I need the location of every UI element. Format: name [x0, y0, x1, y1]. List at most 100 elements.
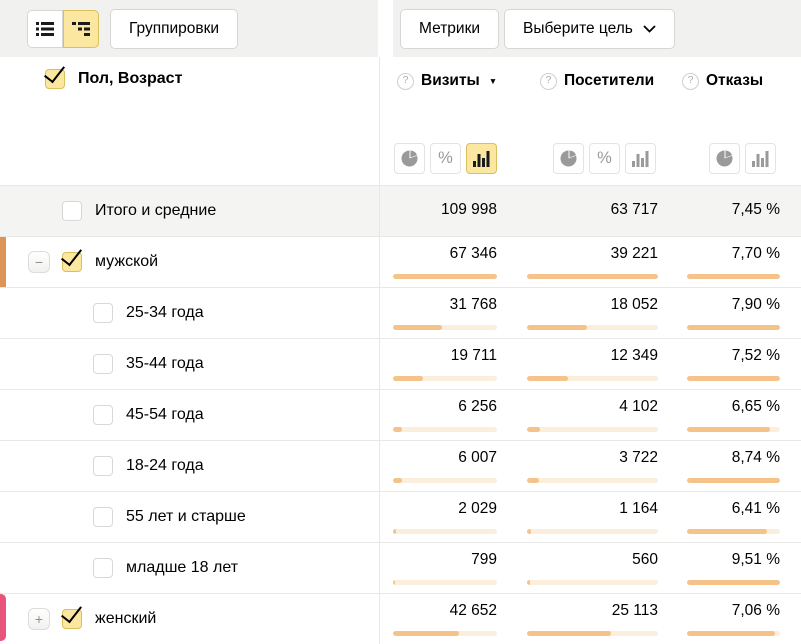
value-bar	[687, 478, 780, 483]
visits-bars-view-toggle[interactable]	[466, 143, 497, 174]
pane-divider	[379, 57, 380, 644]
row-checkbox[interactable]	[93, 354, 113, 374]
collapse-button[interactable]: −	[28, 251, 50, 273]
row-checkbox[interactable]	[62, 609, 82, 629]
value-bar	[393, 580, 497, 585]
value-bar	[393, 478, 497, 483]
chevron-down-icon	[643, 25, 656, 33]
dimension-header: Пол, Возраст	[45, 69, 182, 89]
row-checkbox[interactable]	[62, 201, 82, 221]
visitors-cell: 39 221	[527, 237, 658, 287]
visits-cell: 67 346	[393, 237, 497, 287]
row-label[interactable]: 25-34 года	[126, 304, 204, 322]
pie-chart-icon	[560, 150, 577, 167]
value-bar	[687, 325, 780, 330]
visits-cell: 109 998	[393, 186, 497, 236]
table-row: 25-34 года 31 768 18 052 7,90 %	[0, 287, 801, 338]
value-bar	[687, 274, 780, 279]
visitors-percent-view-toggle[interactable]: %	[589, 143, 620, 174]
visits-cell: 31 768	[393, 288, 497, 338]
visits-view-toggles: %	[394, 143, 497, 174]
tree-icon	[72, 22, 90, 36]
column-title: Визиты	[421, 72, 480, 90]
goal-select-button[interactable]: Выберите цель	[504, 9, 675, 49]
row-label[interactable]: 55 лет и старше	[126, 508, 246, 526]
metrics-button[interactable]: Метрики	[400, 9, 499, 49]
visits-pie-view-toggle[interactable]	[394, 143, 425, 174]
row-checkbox[interactable]	[93, 303, 113, 323]
visitors-cell: 63 717	[527, 186, 658, 236]
tree-view-button[interactable]	[63, 10, 99, 48]
help-icon[interactable]: ?	[397, 73, 414, 90]
row-label[interactable]: 45-54 года	[126, 406, 204, 424]
value-bar	[393, 274, 497, 279]
view-toggle	[27, 10, 99, 48]
visitors-pie-view-toggle[interactable]	[553, 143, 584, 174]
row-label[interactable]: мужской	[95, 253, 158, 271]
visits-cell: 2 029	[393, 492, 497, 542]
bounce-cell: 7,52 %	[687, 339, 780, 389]
column-header-bounce[interactable]: ? Отказы	[682, 72, 763, 90]
table-row: 35-44 года 19 711 12 349 7,52 %	[0, 338, 801, 389]
visitors-bars-view-toggle[interactable]	[625, 143, 656, 174]
table-row: 55 лет и старше 2 029 1 164 6,41 %	[0, 491, 801, 542]
visitors-cell: 1 164	[527, 492, 658, 542]
column-header-visitors[interactable]: ? Посетители	[540, 72, 654, 90]
flat-list-view-button[interactable]	[27, 10, 63, 48]
visitors-cell: 560	[527, 543, 658, 593]
pane-gap	[378, 0, 393, 57]
row-checkbox[interactable]	[62, 252, 82, 272]
toolbar: Группировки Метрики Выберите цель	[0, 0, 801, 57]
bounce-cell: 6,41 %	[687, 492, 780, 542]
value-bar	[527, 274, 658, 279]
value-bar	[527, 478, 658, 483]
sort-desc-icon: ▼	[489, 76, 497, 86]
bar-chart-icon	[632, 151, 649, 167]
value-bar	[527, 427, 658, 432]
column-header-visits[interactable]: ? Визиты ▼	[397, 72, 497, 90]
row-checkbox[interactable]	[93, 507, 113, 527]
bar-chart-icon	[752, 151, 769, 167]
column-title: Посетители	[564, 72, 654, 90]
bounce-bars-view-toggle[interactable]	[745, 143, 776, 174]
percent-icon: %	[438, 149, 453, 168]
bounce-cell: 7,45 %	[687, 186, 780, 236]
visits-cell: 19 711	[393, 339, 497, 389]
visitors-cell: 25 113	[527, 594, 658, 644]
row-checkbox[interactable]	[93, 405, 113, 425]
visits-percent-view-toggle[interactable]: %	[430, 143, 461, 174]
row-label[interactable]: младше 18 лет	[126, 559, 238, 577]
bounce-pie-view-toggle[interactable]	[709, 143, 740, 174]
help-icon[interactable]: ?	[682, 73, 699, 90]
bounce-cell: 9,51 %	[687, 543, 780, 593]
value-bar	[527, 325, 658, 330]
value-bar	[393, 376, 497, 381]
bar-chart-icon	[473, 151, 490, 167]
row-checkbox[interactable]	[93, 558, 113, 578]
dimension-label: Пол, Возраст	[78, 70, 182, 88]
value-bar	[527, 580, 658, 585]
visitors-cell: 12 349	[527, 339, 658, 389]
visitors-view-toggles: %	[553, 143, 656, 174]
groupings-button[interactable]: Группировки	[110, 9, 238, 49]
row-label[interactable]: 35-44 года	[126, 355, 204, 373]
value-bar	[527, 529, 658, 534]
column-title: Отказы	[706, 72, 763, 90]
value-bar	[393, 325, 497, 330]
help-icon[interactable]: ?	[540, 73, 557, 90]
value-bar	[687, 376, 780, 381]
value-bar	[393, 427, 497, 432]
row-checkbox[interactable]	[93, 456, 113, 476]
select-all-checkbox[interactable]	[45, 69, 65, 89]
visitors-cell: 4 102	[527, 390, 658, 440]
table-row-totals: Итого и средние 109 998 63 717 7,45 %	[0, 185, 801, 236]
row-label: Итого и средние	[95, 202, 216, 220]
value-bar	[687, 580, 780, 585]
expand-button[interactable]: +	[28, 608, 50, 630]
bounce-cell: 7,06 %	[687, 594, 780, 644]
table-row: младше 18 лет 799 560 9,51 %	[0, 542, 801, 593]
series-color-marker	[0, 237, 6, 287]
value-bar	[527, 631, 658, 636]
row-label[interactable]: 18-24 года	[126, 457, 204, 475]
row-label[interactable]: женский	[95, 610, 156, 628]
